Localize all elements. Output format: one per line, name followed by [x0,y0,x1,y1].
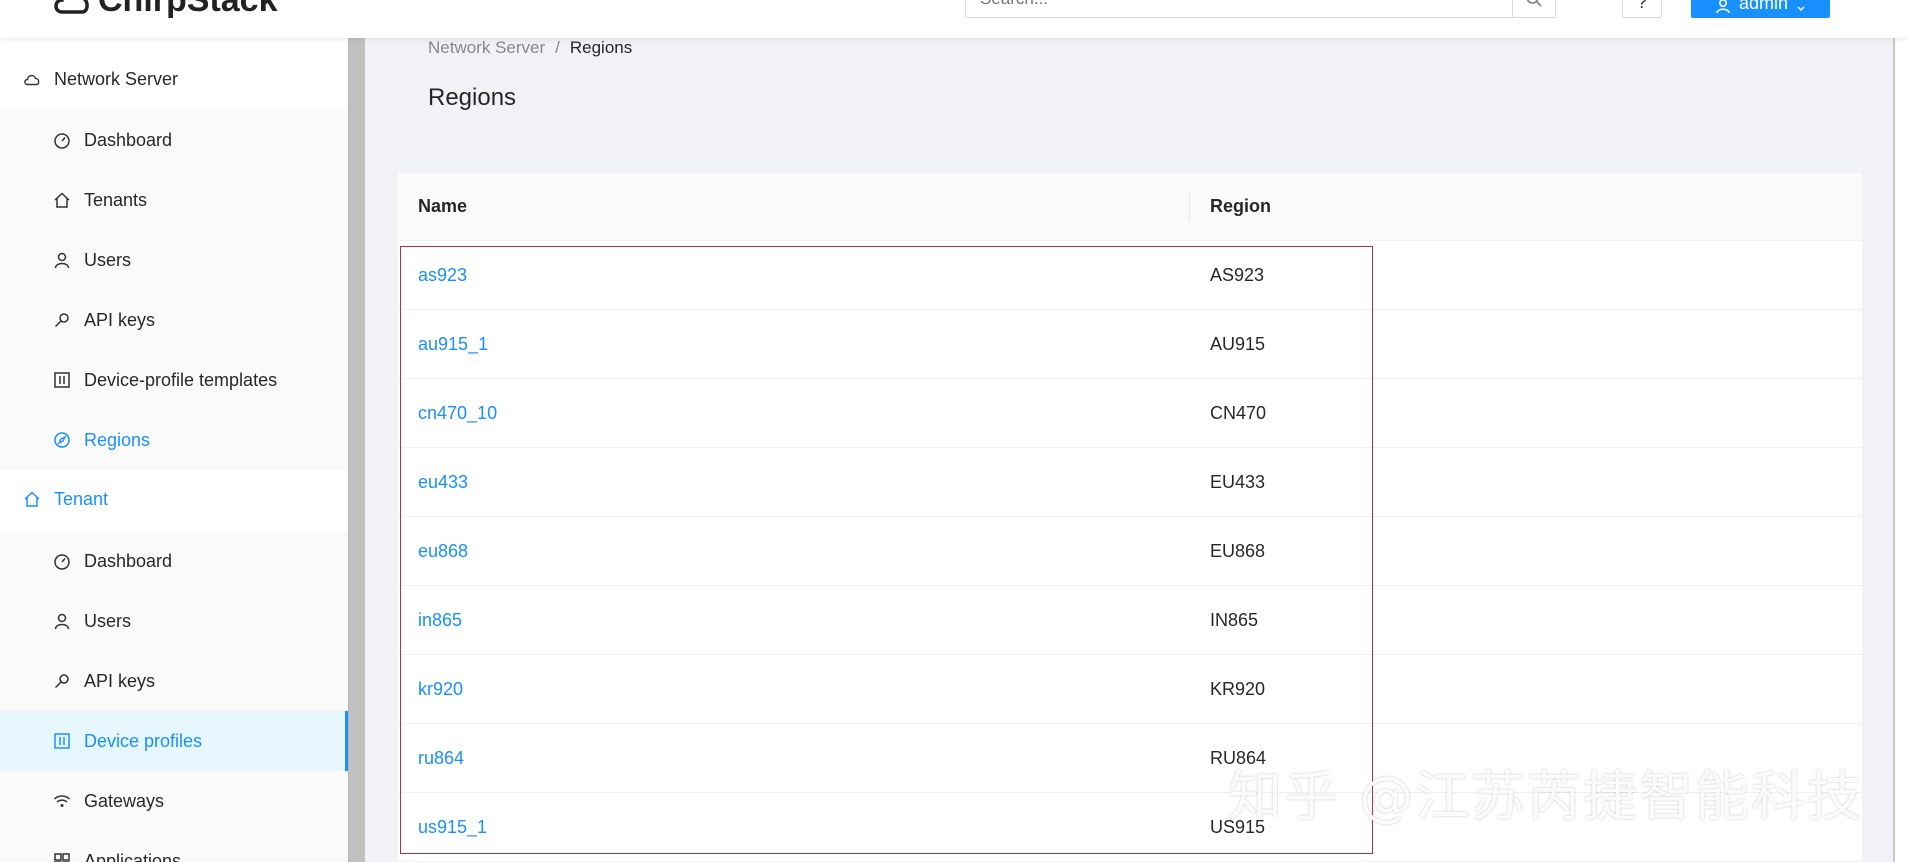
sidebar-item-ns-api-keys[interactable]: API keys [0,290,348,350]
table-header: Name Region [398,173,1862,241]
region-name-link[interactable]: us915_1 [418,817,487,838]
region-value: US915 [1210,816,1266,837]
sidebar-item-label: Device-profile templates [84,369,278,390]
region-name-link[interactable]: eu868 [418,541,468,562]
region-name-link[interactable]: kr920 [418,679,463,700]
sidebar-item-tenant-api-keys[interactable]: API keys [0,651,348,711]
column-header-region: Region [1210,196,1271,216]
home-icon [22,489,42,509]
sidebar: Network Server Dashboard Tenants Users A… [0,38,348,862]
table-row: kr920 KR920 [398,655,1862,724]
region-value: AS923 [1210,264,1265,285]
menu-group-tenant[interactable]: Tenant [0,470,348,528]
home-icon [52,190,72,210]
sidebar-item-label: Tenants [84,189,148,210]
breadcrumb-separator: / [555,38,560,57]
search-input[interactable] [966,0,1512,17]
region-value: AU915 [1210,333,1266,354]
region-value: CN470 [1210,402,1267,423]
menu-group-network-server[interactable]: Network Server [0,50,348,108]
page-scrollbar[interactable] [1893,38,1907,862]
breadcrumb-parent[interactable]: Network Server [428,38,545,58]
column-header-name: Name [418,196,468,216]
table-row: cn470_10 CN470 [398,379,1862,448]
sidebar-item-ns-dashboard[interactable]: Dashboard [0,110,348,170]
menu-group-label: Tenant [54,488,109,509]
sidebar-item-label: Users [84,610,132,631]
region-name-link[interactable]: ru864 [418,748,464,769]
table-row: us915_1 US915 [398,793,1862,862]
help-label: ? [1636,0,1647,12]
logo-text: ChirpStack [98,0,278,20]
region-name-link[interactable]: cn470_10 [418,403,497,424]
search-box[interactable] [965,0,1556,18]
table-row: ru864 RU864 [398,724,1862,793]
sidebar-item-ns-device-profile-templates[interactable]: Device-profile templates [0,350,348,410]
sidebar-item-label: Dashboard [84,550,173,571]
user-icon [52,611,72,631]
key-icon [52,671,72,691]
dashboard-icon [52,551,72,571]
appstore-icon [52,851,72,862]
breadcrumb: Network Server / Regions [428,38,632,58]
table-row: eu433 EU433 [398,448,1862,517]
menu-group-label: Network Server [54,68,179,89]
network-server-submenu: Dashboard Tenants Users API keys Device-… [0,110,348,470]
sidebar-item-tenant-device-profiles[interactable]: Device profiles [0,711,348,771]
breadcrumb-current: Regions [569,38,633,57]
sidebar-item-tenant-dashboard[interactable]: Dashboard [0,531,348,591]
column-divider [1189,193,1190,221]
table-row: eu868 EU868 [398,517,1862,586]
sidebar-item-label: Applications [84,850,182,862]
region-value: KR920 [1210,678,1266,699]
search-icon [1526,0,1542,7]
cloud-logo-icon [54,0,89,14]
top-header: ChirpStack ? admin [0,0,1907,38]
sidebar-item-ns-regions[interactable]: Regions [0,410,348,470]
tenant-submenu: Dashboard Users API keys Device profiles… [0,531,348,862]
dashboard-icon [52,130,72,150]
sidebar-item-tenant-gateways[interactable]: Gateways [0,771,348,831]
compass-icon [52,430,72,450]
table-row: au915_1 AU915 [398,310,1862,379]
sidebar-item-tenant-applications[interactable]: Applications [0,831,348,862]
sidebar-item-tenant-users[interactable]: Users [0,591,348,651]
sidebar-item-label: Users [84,249,132,270]
sidebar-item-label: Dashboard [84,129,173,150]
user-icon [1716,0,1730,14]
sidebar-item-label: Gateways [84,790,165,811]
user-icon [52,250,72,270]
wifi-icon [52,791,72,811]
chevron-down-icon [1797,6,1805,12]
sidebar-item-label: API keys [84,309,156,330]
regions-table: Name Region as923 AS923 au915_1 AU915 cn47… [398,173,1862,862]
sidebar-item-label: API keys [84,670,156,691]
sidebar-item-ns-users[interactable]: Users [0,230,348,290]
key-icon [52,310,72,330]
region-value: IN865 [1210,609,1259,630]
region-name-link[interactable]: as923 [418,265,467,286]
chirpstack-logo[interactable]: ChirpStack [52,0,278,20]
region-value: EU433 [1210,471,1266,492]
region-value: EU868 [1210,540,1266,561]
user-label: admin [1738,0,1789,13]
sidebar-item-label: Regions [84,429,151,450]
region-name-link[interactable]: au915_1 [418,334,488,355]
region-name-link[interactable]: eu433 [418,472,468,493]
search-button[interactable] [1512,0,1555,17]
control-icon [52,731,72,751]
page-title: Regions [428,84,517,111]
region-name-link[interactable]: in865 [418,610,462,631]
user-menu-button[interactable]: admin [1691,0,1830,18]
table-row: as923 AS923 [398,241,1862,310]
region-value: RU864 [1210,747,1267,768]
sidebar-item-label: Device profiles [84,730,203,751]
control-icon [52,370,72,390]
cloud-icon [22,69,42,89]
sidebar-scrollbar[interactable] [348,38,365,862]
table-row: in865 IN865 [398,586,1862,655]
help-button[interactable]: ? [1622,0,1662,18]
sidebar-item-ns-tenants[interactable]: Tenants [0,170,348,230]
